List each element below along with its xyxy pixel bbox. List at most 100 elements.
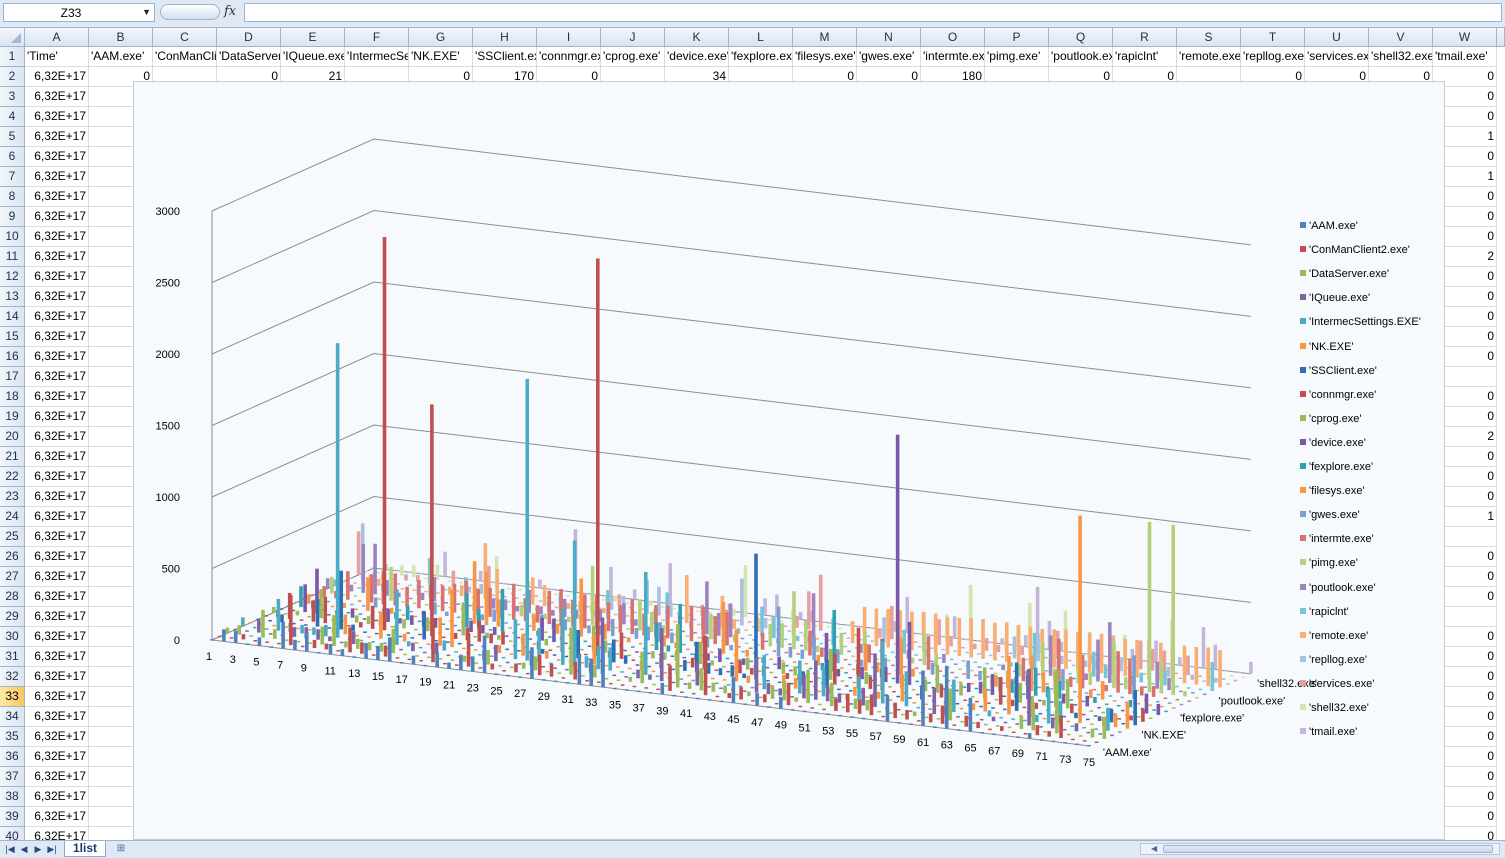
chart-bar[interactable]	[954, 676, 959, 679]
chart-bar[interactable]	[312, 627, 316, 635]
chart-bar[interactable]	[348, 627, 352, 653]
chart-bar[interactable]	[905, 709, 909, 720]
chart-bar[interactable]	[319, 589, 323, 619]
chart-bar[interactable]	[949, 635, 953, 647]
chart-bar[interactable]	[974, 674, 978, 677]
chart-bar[interactable]	[897, 722, 902, 724]
chart-bar[interactable]	[1088, 672, 1093, 685]
chart-bar[interactable]	[993, 672, 998, 675]
chart-bar[interactable]	[411, 565, 416, 578]
chart-bar[interactable]	[691, 692, 696, 695]
chart-bar[interactable]	[888, 686, 892, 688]
chart-bar[interactable]	[632, 589, 637, 600]
chart-bar[interactable]	[229, 637, 234, 639]
chart-bar[interactable]	[792, 661, 797, 663]
chart-bar[interactable]	[806, 669, 810, 704]
chart-bar[interactable]	[415, 655, 419, 657]
chart-bar[interactable]	[456, 603, 460, 605]
chart-bar[interactable]	[1007, 726, 1012, 729]
legend-entry[interactable]: 'rapiclnt'	[1300, 605, 1349, 619]
chart-bar[interactable]	[601, 643, 605, 688]
chart-bar[interactable]	[327, 614, 331, 616]
chart-bar[interactable]	[886, 608, 891, 648]
chart-bar[interactable]	[502, 670, 506, 672]
chart-bar[interactable]	[659, 628, 664, 682]
chart-bar[interactable]	[945, 617, 950, 655]
chart-bar[interactable]	[1155, 700, 1160, 703]
chart-bar[interactable]	[1206, 647, 1210, 687]
chart-bar[interactable]	[777, 656, 781, 670]
chart-bar[interactable]	[289, 595, 293, 646]
chart-bar[interactable]	[1139, 672, 1144, 683]
chart-bar[interactable]	[1221, 678, 1226, 680]
chart-bar[interactable]	[1049, 688, 1053, 690]
chart-bar[interactable]	[628, 676, 633, 682]
chart-bar[interactable]	[459, 582, 463, 584]
chart-bar[interactable]	[1166, 666, 1171, 677]
chart-bar[interactable]	[908, 710, 913, 712]
chart-bar[interactable]	[543, 631, 548, 633]
chart-bar[interactable]	[592, 664, 597, 678]
chart-bar[interactable]	[612, 674, 617, 677]
chart-bar[interactable]	[399, 662, 404, 664]
chart-bar[interactable]	[1000, 638, 1004, 644]
chart-bar[interactable]	[638, 599, 642, 631]
chart-bar[interactable]	[1075, 743, 1079, 746]
cell[interactable]: 6,32E+17	[25, 307, 89, 327]
chart-bar[interactable]	[1182, 645, 1187, 684]
chart-bar[interactable]	[554, 606, 559, 609]
chart-bar[interactable]	[585, 592, 590, 595]
chart-bar[interactable]	[514, 663, 518, 673]
chart-bar[interactable]	[766, 682, 771, 695]
cell[interactable]: 6,32E+17	[25, 347, 89, 367]
chart-bar[interactable]	[726, 684, 731, 686]
chart-bar[interactable]	[636, 669, 640, 679]
chart-bar[interactable]	[648, 600, 653, 606]
chart-bar[interactable]	[478, 654, 482, 656]
chart-bar[interactable]	[670, 632, 674, 644]
chart-bar[interactable]	[1097, 706, 1101, 709]
chart-bar[interactable]	[361, 544, 366, 593]
chart-bar[interactable]	[1022, 693, 1026, 696]
chart-bar[interactable]	[404, 574, 408, 581]
chart-bar[interactable]	[222, 629, 226, 642]
chart-bar[interactable]	[780, 660, 785, 662]
chart-bar[interactable]	[647, 665, 652, 668]
chart-bar[interactable]	[565, 594, 570, 597]
legend-entry[interactable]: 'fexplore.exe'	[1300, 460, 1373, 474]
chart-bar[interactable]	[1014, 662, 1019, 711]
chart-bar[interactable]	[1033, 667, 1038, 696]
chart-bar[interactable]	[735, 619, 740, 622]
chart-bar[interactable]	[308, 629, 312, 631]
chart-bar[interactable]	[344, 641, 348, 648]
chart-bar[interactable]	[256, 618, 261, 621]
chart-bar[interactable]	[648, 674, 652, 680]
chart-bar[interactable]	[729, 645, 733, 651]
chart-bar[interactable]	[624, 689, 629, 691]
chart-bar[interactable]	[1044, 670, 1049, 672]
column-header-v[interactable]: V	[1369, 28, 1433, 47]
chart-bar[interactable]	[1096, 693, 1101, 696]
chart-bar[interactable]	[533, 656, 538, 671]
chart-bar[interactable]	[494, 644, 498, 662]
chart-bar[interactable]	[975, 700, 979, 703]
chart-bar[interactable]	[927, 682, 931, 684]
chart-bar[interactable]	[900, 674, 905, 702]
chart-bar[interactable]	[915, 693, 920, 696]
chart-bar[interactable]	[926, 636, 931, 670]
chart-bar[interactable]	[958, 681, 963, 684]
chart-bar[interactable]	[725, 611, 729, 646]
chart-bar[interactable]	[651, 651, 655, 659]
chart-bar[interactable]	[679, 678, 684, 680]
chart-bar[interactable]	[993, 622, 997, 661]
chart-bar[interactable]	[488, 587, 492, 617]
chart-bar[interactable]	[682, 656, 687, 659]
chart-bar[interactable]	[366, 616, 371, 625]
row-header[interactable]: 39	[0, 807, 25, 827]
header-cell[interactable]: 'IntermecSettings.EXE'	[345, 47, 409, 67]
chart-bar[interactable]	[310, 594, 315, 597]
cell[interactable]: 6,32E+17	[25, 547, 89, 567]
chart-bar[interactable]	[419, 572, 424, 575]
chart-bar[interactable]	[555, 623, 560, 634]
chart-bar[interactable]	[1023, 719, 1027, 722]
